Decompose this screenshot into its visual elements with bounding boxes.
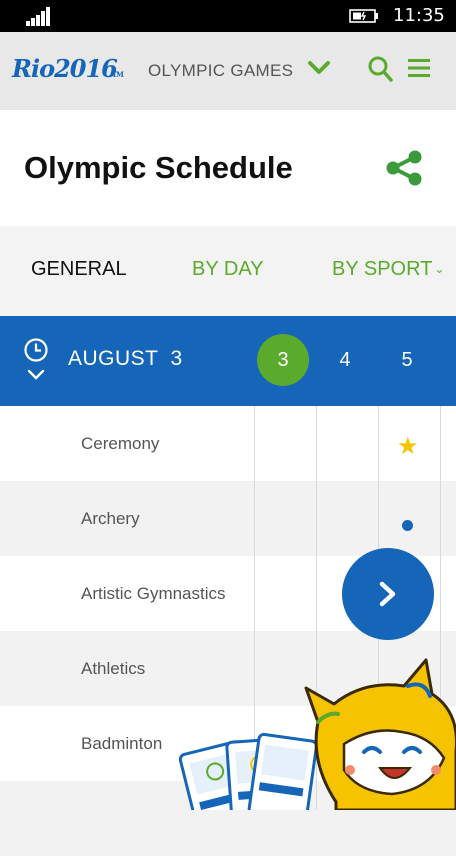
schedule-tabs: GENERAL BY DAY BY SPORT ⌄ — [0, 226, 456, 316]
rio2016-logo[interactable]: Rio2016 TM — [12, 54, 124, 83]
sport-name: Ceremony — [81, 434, 160, 453]
mascot-illustration — [178, 658, 456, 810]
chevron-right-icon — [379, 581, 396, 607]
chevron-down-icon: ⌄ — [434, 262, 445, 276]
day-option[interactable]: 4 — [319, 334, 371, 386]
date-bar: AUGUST 3 3 4 5 — [0, 316, 456, 406]
tab-by-sport[interactable]: BY SPORT ⌄ — [332, 258, 444, 281]
sport-name: Athletics — [81, 659, 146, 678]
tab-general[interactable]: GENERAL — [31, 258, 127, 281]
share-icon[interactable] — [384, 150, 424, 186]
status-bar: 11:35 — [0, 0, 456, 32]
day-option[interactable]: 3 — [257, 334, 309, 386]
day-option[interactable]: 5 — [381, 334, 433, 386]
day-label: 3 — [170, 347, 183, 370]
next-button[interactable] — [342, 548, 434, 640]
page-title: Olympic Schedule — [24, 150, 293, 185]
sport-name: Artistic Gymnastics — [81, 584, 226, 603]
month-label: AUGUST — [68, 347, 159, 370]
event-dot-icon[interactable] — [402, 520, 413, 531]
menu-icon[interactable] — [408, 57, 430, 79]
list-item[interactable]: Archery — [0, 481, 456, 556]
tab-by-day[interactable]: BY DAY — [192, 258, 264, 281]
games-selector-label[interactable]: OLYMPIC GAMES — [148, 61, 293, 81]
clock-icon[interactable] — [22, 338, 50, 384]
chevron-down-icon[interactable] — [307, 58, 331, 78]
tab-by-sport-label: BY SPORT — [332, 258, 433, 280]
battery-icon — [349, 9, 378, 23]
title-bar: Olympic Schedule — [0, 110, 456, 226]
signal-icon — [26, 7, 52, 26]
sport-name: Badminton — [81, 734, 163, 753]
sport-name: Archery — [81, 509, 140, 528]
star-icon[interactable]: ★ — [397, 432, 419, 461]
selected-date: AUGUST 3 — [68, 347, 183, 371]
list-item[interactable]: Ceremony — [0, 406, 456, 481]
search-icon[interactable] — [367, 55, 393, 83]
app-header: Rio2016 TM OLYMPIC GAMES — [0, 32, 456, 110]
status-time: 11:35 — [393, 5, 445, 26]
